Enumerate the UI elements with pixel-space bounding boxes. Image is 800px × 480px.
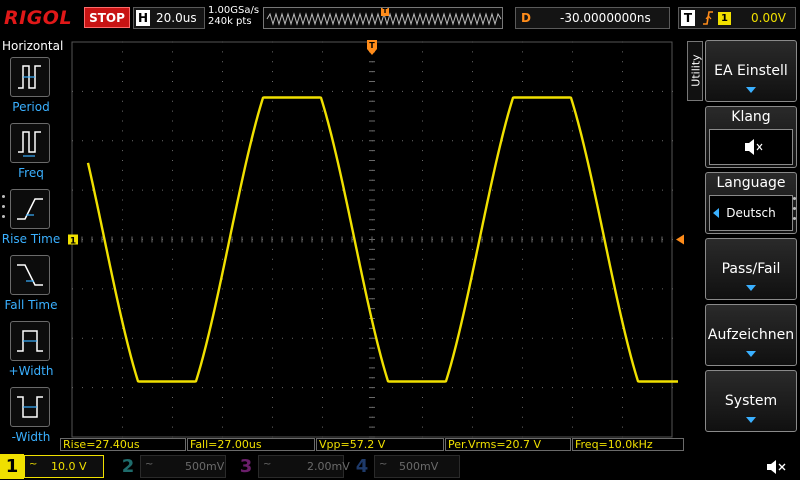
left-menu-page-dots: [2, 195, 6, 225]
record-label: Aufzeichnen: [707, 327, 795, 343]
channel-4-box: ~ 500mV: [374, 455, 460, 478]
language-select[interactable]: Language Deutsch: [705, 172, 797, 234]
graticule-center-ticks: [71, 41, 673, 438]
language-label: Language: [716, 175, 786, 191]
rise-time-label: Rise Time: [1, 232, 61, 246]
positive-width-label: +Width: [8, 364, 54, 378]
utility-menu-tab: Utility: [687, 41, 703, 101]
memory-position-bar[interactable]: T: [263, 7, 503, 29]
measure-frequency-button[interactable]: Freq: [0, 123, 62, 185]
chevron-down-icon: [746, 285, 756, 291]
positive-width-icon: [10, 321, 50, 361]
ac-coupling-icon: ~: [29, 459, 38, 470]
channel-3-status[interactable]: 3 ~ 2.00mV: [234, 454, 350, 479]
negative-width-label: -Width: [11, 430, 51, 444]
speaker-mute-icon[interactable]: [765, 458, 787, 476]
channel-1-box: ~ 10.0 V: [24, 455, 104, 478]
channel-1-ground-label: 1: [70, 237, 76, 247]
horizontal-delay[interactable]: D -30.0000000ns: [515, 7, 670, 29]
acquisition-info: 1.00GSa/s 240k pts: [208, 5, 259, 27]
memory-trigger-marker: T: [381, 7, 389, 16]
sound-toggle-button[interactable]: Klang: [705, 106, 797, 168]
channel-2-number: 2: [121, 456, 135, 477]
run-stop-status[interactable]: STOP: [84, 7, 130, 28]
period-label: Period: [12, 100, 50, 114]
delay-value: -30.0000000ns: [560, 11, 651, 25]
rising-edge-icon: [702, 10, 714, 30]
measure-vpp[interactable]: Vpp=57.2 V: [316, 438, 444, 451]
trigger-status[interactable]: T 1 0.00V: [678, 7, 796, 29]
speaker-mute-icon: [745, 139, 763, 155]
timebase-value: 20.0us: [156, 11, 197, 25]
fall-time-label: Fall Time: [4, 298, 58, 312]
frequency-icon: [10, 123, 50, 163]
system-label: System: [724, 393, 778, 409]
left-menu-title: Horizontal: [2, 39, 64, 53]
channel-1-number: 1: [0, 454, 24, 479]
rise-time-icon: [10, 189, 50, 229]
period-icon: [10, 57, 50, 97]
graticule: 1T: [68, 40, 684, 438]
negative-width-icon: [10, 387, 50, 427]
measure-positive-width-button[interactable]: +Width: [0, 321, 62, 383]
trigger-level-marker: [676, 234, 684, 245]
measure-freq[interactable]: Freq=10.0kHz: [572, 438, 684, 451]
trigger-source: 1: [718, 12, 731, 25]
channel-bar: 1 ~ 10.0 V 2 ~ 500mV 3 ~ 2.00mV 4 ~ 500m…: [0, 453, 800, 480]
measure-rise-time-button[interactable]: Rise Time: [0, 189, 62, 251]
channel-3-number: 3: [239, 456, 253, 477]
horizontal-timebase[interactable]: H 20.0us: [133, 7, 205, 29]
sound-value: [709, 129, 793, 165]
utility-menu: Utility EA Einstell Klang Language Deuts…: [684, 37, 800, 445]
ac-coupling-icon: ~: [263, 459, 272, 470]
measure-period-button[interactable]: Period: [0, 57, 62, 119]
waveform-display[interactable]: 1T: [60, 40, 684, 438]
horizontal-label: H: [136, 10, 150, 26]
channel-3-scale: 2.00mV: [307, 460, 350, 473]
channel-1-scale: 10.0 V: [51, 460, 87, 473]
channel-2-status[interactable]: 2 ~ 500mV: [116, 454, 226, 479]
language-value: Deutsch: [726, 206, 776, 220]
channel-1-status[interactable]: 1 ~ 10.0 V: [0, 454, 104, 479]
channel-2-scale: 500mV: [185, 460, 225, 473]
channel-4-scale: 500mV: [399, 460, 439, 473]
record-button[interactable]: Aufzeichnen: [705, 304, 797, 366]
measure-fall-time-button[interactable]: Fall Time: [0, 255, 62, 317]
channel-4-status[interactable]: 4 ~ 500mV: [350, 454, 460, 479]
trigger-label: T: [681, 10, 695, 26]
sound-label: Klang: [731, 109, 771, 125]
language-value-box: Deutsch: [709, 195, 793, 231]
horizontal-measure-menu: Horizontal Period Freq Rise Time Fall Ti…: [0, 37, 64, 445]
chevron-down-icon: [746, 87, 756, 93]
measure-rise[interactable]: Rise=27.40us: [60, 438, 186, 451]
sample-rate: 1.00GSa/s: [208, 5, 260, 16]
channel-4-number: 4: [355, 456, 369, 477]
trigger-level: 0.00V: [751, 11, 786, 25]
ea-settings-label: EA Einstell: [714, 63, 788, 79]
ac-coupling-icon: ~: [379, 459, 388, 470]
system-button[interactable]: System: [705, 370, 797, 432]
chevron-down-icon: [746, 417, 756, 423]
ea-settings-button[interactable]: EA Einstell: [705, 40, 797, 102]
delay-label: D: [521, 11, 531, 25]
measure-vrms[interactable]: Per.Vrms=20.7 V: [445, 438, 571, 451]
memory-depth: 240k pts: [208, 16, 252, 27]
ac-coupling-icon: ~: [145, 459, 154, 470]
top-status-bar: RIGOL STOP H 20.0us 1.00GSa/s 240k pts T…: [0, 0, 800, 36]
measure-negative-width-button[interactable]: -Width: [0, 387, 62, 449]
channel-3-box: ~ 2.00mV: [258, 455, 350, 478]
right-menu-page-dots: [793, 197, 797, 227]
measurement-bar: Rise=27.40us Fall=27.00us Vpp=57.2 V Per…: [60, 438, 684, 452]
trigger-time-label: T: [369, 41, 375, 50]
channel-2-box: ~ 500mV: [140, 455, 226, 478]
freq-label: Freq: [18, 166, 44, 180]
fall-time-icon: [10, 255, 50, 295]
pass-fail-label: Pass/Fail: [721, 261, 781, 277]
measure-fall[interactable]: Fall=27.00us: [187, 438, 315, 451]
brand-logo: RIGOL: [4, 7, 73, 29]
pass-fail-button[interactable]: Pass/Fail: [705, 238, 797, 300]
chevron-down-icon: [746, 351, 756, 357]
